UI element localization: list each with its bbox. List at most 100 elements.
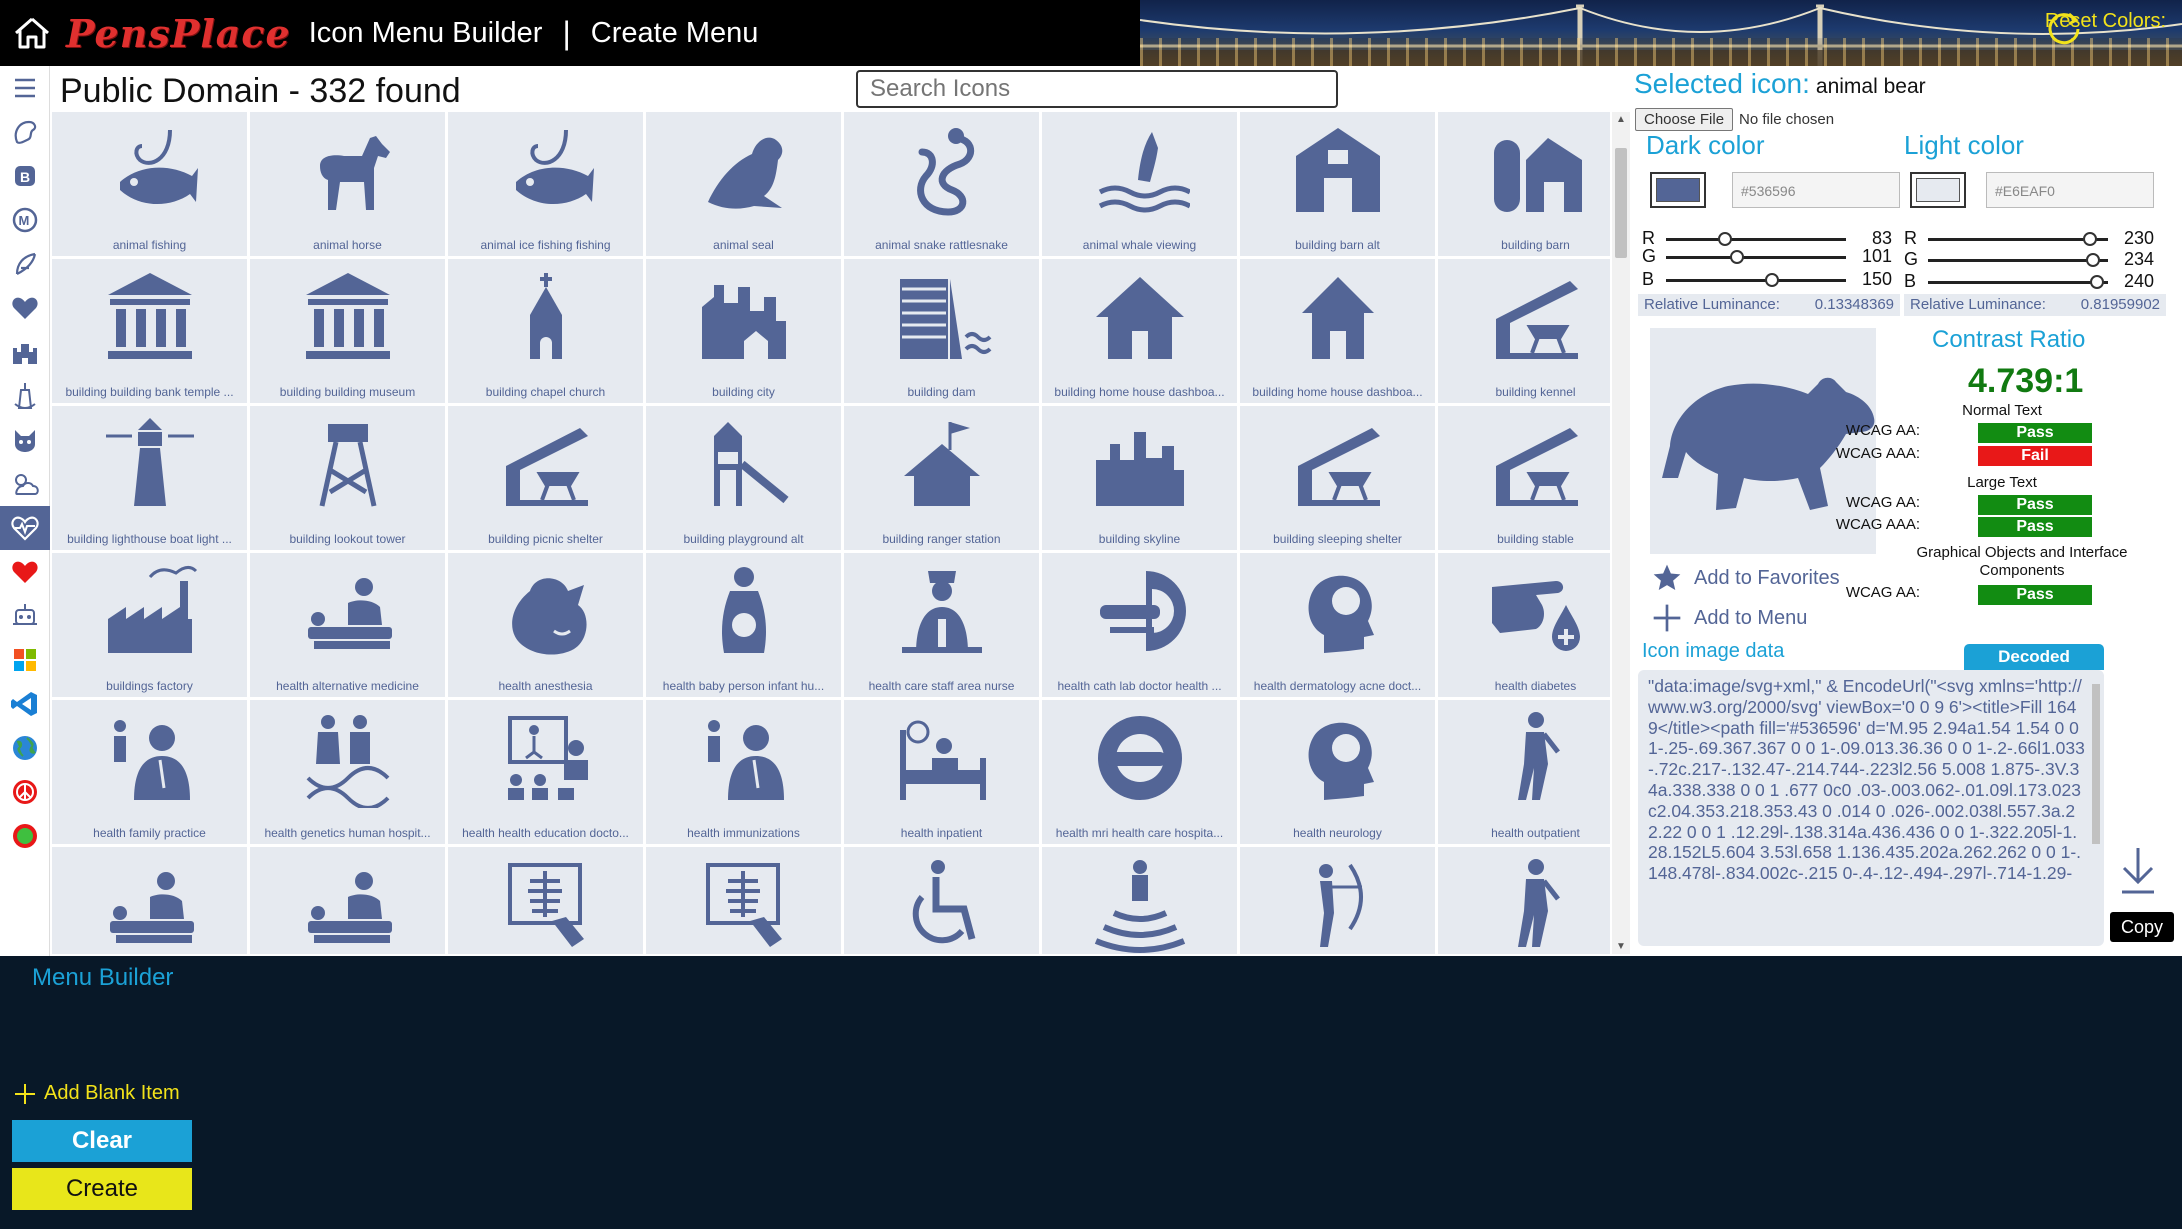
icon-tile[interactable] (646, 847, 841, 954)
icon-tile[interactable]: animal whale viewing (1042, 112, 1237, 256)
home-button[interactable] (0, 0, 64, 66)
copy-button[interactable]: Copy (2110, 912, 2174, 942)
scrollbar-thumb[interactable] (1615, 148, 1627, 258)
icon-tile[interactable]: health outpatient (1438, 700, 1610, 844)
icon-tile[interactable] (1438, 847, 1610, 954)
icon-tile[interactable]: buildings factory (52, 553, 247, 697)
rail-item-feather[interactable] (0, 242, 50, 286)
search-input[interactable] (856, 70, 1338, 108)
icon-tile[interactable]: building lighthouse boat light ... (52, 406, 247, 550)
slider-knob[interactable] (1717, 232, 1732, 246)
light-color-swatch[interactable] (1910, 172, 1966, 208)
rail-item-palette[interactable] (0, 110, 50, 154)
light-hex-input[interactable]: #E6EAF0 (1986, 172, 2154, 208)
icon-tile[interactable]: building barn (1438, 112, 1610, 256)
icon-tile[interactable]: health health education docto... (448, 700, 643, 844)
icon-tile[interactable] (1240, 847, 1435, 954)
add-to-menu-button[interactable]: Add to Menu (1650, 602, 1807, 634)
icon-tile[interactable]: building home house dashboa... (1240, 259, 1435, 403)
dark-b-slider[interactable]: B 150 (1642, 269, 1892, 291)
clear-button[interactable]: Clear (12, 1120, 192, 1162)
icon-tile[interactable]: health dermatology acne doct... (1240, 553, 1435, 697)
add-blank-item-button[interactable]: Add Blank Item (14, 1082, 180, 1105)
icon-tile[interactable]: health care staff area nurse (844, 553, 1039, 697)
icon-tile[interactable]: building chapel church (448, 259, 643, 403)
icon-tile[interactable]: building barn alt (1240, 112, 1435, 256)
icon-tile[interactable]: animal horse (250, 112, 445, 256)
icon-tile[interactable]: animal snake rattlesnake (844, 112, 1039, 256)
icon-tile[interactable]: health genetics human hospit... (250, 700, 445, 844)
scroll-down-arrow[interactable]: ▼ (1616, 941, 1626, 952)
icon-tile[interactable]: health mri health care hospita... (1042, 700, 1237, 844)
rail-item-heart[interactable] (0, 286, 50, 330)
rail-item-color-circle[interactable] (0, 814, 50, 858)
icon-tile[interactable]: health family practice (52, 700, 247, 844)
icon-tile[interactable]: health cath lab doctor health ... (1042, 553, 1237, 697)
image-data-scrollbar[interactable] (2090, 674, 2102, 942)
scroll-up-arrow[interactable]: ▲ (1616, 114, 1626, 125)
icon-tile[interactable]: building home house dashboa... (1042, 259, 1237, 403)
rail-item-windows[interactable] (0, 638, 50, 682)
slider-knob[interactable] (1764, 273, 1779, 287)
icon-tile[interactable] (844, 847, 1039, 954)
rail-item-material[interactable]: M (0, 198, 50, 242)
rail-item-public-domain[interactable] (0, 506, 50, 550)
light-g-slider[interactable]: G 234 (1904, 249, 2154, 271)
icon-tile[interactable] (250, 847, 445, 954)
icon-tile[interactable]: building picnic shelter (448, 406, 643, 550)
penplace-logo[interactable]: PensPlace (66, 11, 291, 56)
rail-item-weather[interactable] (0, 462, 50, 506)
icon-tile[interactable]: health neurology (1240, 700, 1435, 844)
light-b-slider[interactable]: B 240 (1904, 271, 2154, 293)
grid-scrollbar[interactable]: ▲ ▼ (1612, 112, 1630, 954)
icon-image-data-text[interactable]: "data:image/svg+xml," & EncodeUrl("<svg … (1638, 670, 2104, 946)
icon-tile[interactable]: building dam (844, 259, 1039, 403)
rail-item-lighthouse[interactable] (0, 374, 50, 418)
icon-tile[interactable]: health immunizations (646, 700, 841, 844)
slider-knob[interactable] (1730, 250, 1745, 264)
rail-item-castle[interactable] (0, 330, 50, 374)
icon-tile[interactable]: building kennel (1438, 259, 1610, 403)
reset-colors-control[interactable]: Reset Colors: (2045, 10, 2166, 45)
rail-item-globe[interactable] (0, 726, 50, 770)
rail-item-menu[interactable] (0, 66, 50, 110)
icon-tile[interactable]: building playground alt (646, 406, 841, 550)
rail-item-vscode[interactable] (0, 682, 50, 726)
icon-tile[interactable]: health inpatient (844, 700, 1039, 844)
rail-item-bootstrap[interactable]: B (0, 154, 50, 198)
icon-tile[interactable]: building lookout tower (250, 406, 445, 550)
icon-tile[interactable]: health diabetes (1438, 553, 1610, 697)
icon-tile[interactable]: animal fishing (52, 112, 247, 256)
rail-item-red-heart[interactable] (0, 550, 50, 594)
icon-tile[interactable]: building sleeping shelter (1240, 406, 1435, 550)
scrollbar-thumb[interactable] (2092, 684, 2100, 844)
icon-tile[interactable] (448, 847, 643, 954)
add-to-favorites-button[interactable]: Add to Favorites (1650, 562, 1840, 594)
decoded-tab[interactable]: Decoded (1964, 644, 2104, 670)
create-button[interactable]: Create (12, 1168, 192, 1210)
icon-tile[interactable]: animal ice fishing fishing (448, 112, 643, 256)
rail-item-cat[interactable] (0, 418, 50, 462)
choose-file-button[interactable]: Choose File (1635, 108, 1734, 131)
slider-knob[interactable] (2086, 253, 2101, 267)
icon-tile[interactable]: building building museum (250, 259, 445, 403)
slider-knob[interactable] (2083, 232, 2098, 246)
dark-color-swatch[interactable] (1650, 172, 1706, 208)
refresh-icon[interactable] (2045, 10, 2083, 48)
rail-item-peace[interactable] (0, 770, 50, 814)
rail-item-robot[interactable] (0, 594, 50, 638)
icon-tile[interactable]: health alternative medicine (250, 553, 445, 697)
slider-knob[interactable] (2090, 275, 2105, 289)
icon-tile[interactable]: building building bank temple ... (52, 259, 247, 403)
light-r-slider[interactable]: R 230 (1904, 228, 2154, 250)
icon-tile[interactable] (1042, 847, 1237, 954)
icon-tile[interactable]: building stable (1438, 406, 1610, 550)
icon-tile[interactable]: building skyline (1042, 406, 1237, 550)
dark-g-slider[interactable]: G 101 (1642, 246, 1892, 268)
dark-hex-input[interactable]: #536596 (1732, 172, 1900, 208)
download-button[interactable] (2118, 844, 2158, 901)
icon-tile[interactable]: animal seal (646, 112, 841, 256)
icon-tile[interactable] (52, 847, 247, 954)
icon-tile[interactable]: health anesthesia (448, 553, 643, 697)
icon-tile[interactable]: health baby person infant hu... (646, 553, 841, 697)
